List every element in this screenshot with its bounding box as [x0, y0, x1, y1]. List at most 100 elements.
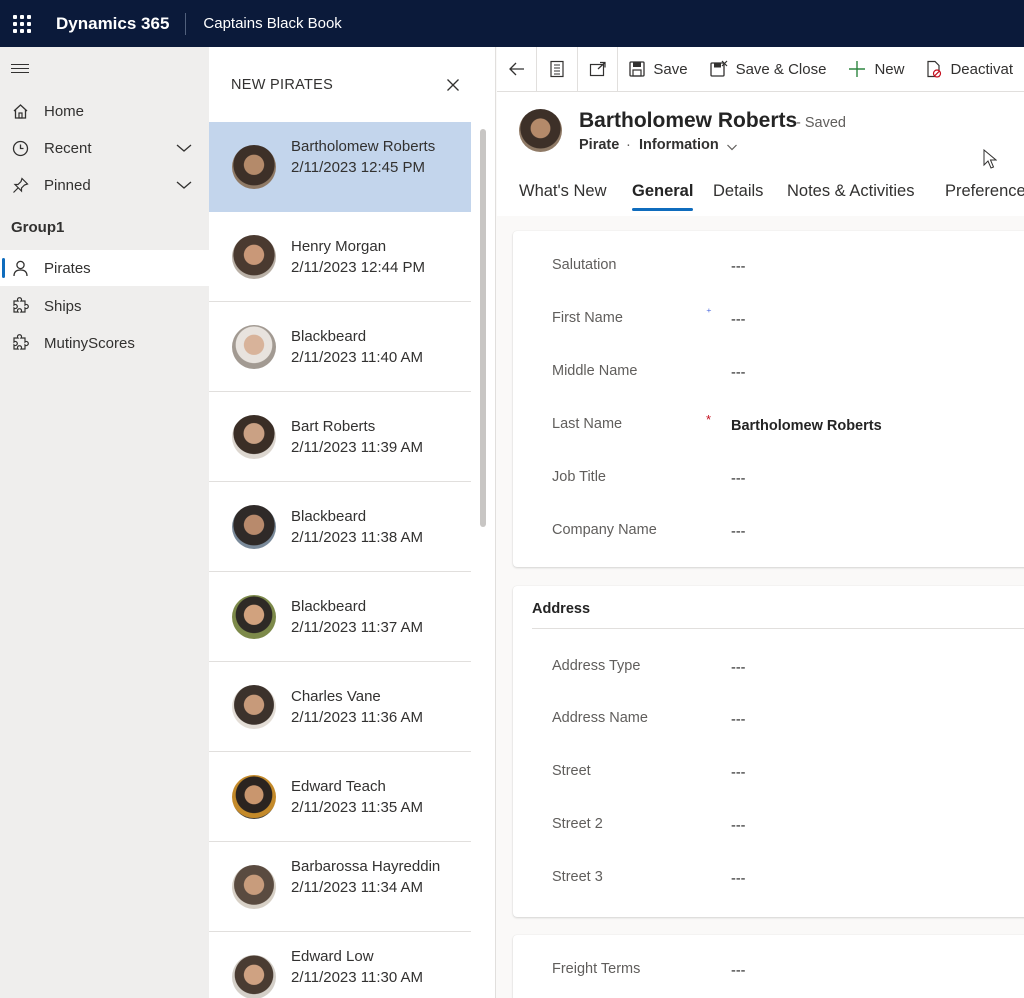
chevron-down-icon[interactable]	[175, 176, 193, 198]
field-freight-terms[interactable]: Freight Terms ---	[552, 961, 1024, 991]
nav-group-label: Group1	[11, 219, 65, 236]
deactivate-icon	[927, 60, 942, 78]
required-indicator: *	[706, 412, 712, 427]
section-title: Address	[532, 601, 591, 617]
avatar	[232, 415, 276, 459]
avatar	[232, 325, 276, 369]
list-item[interactable]: Barbarossa Hayreddin 2/11/2023 11:34 AM	[209, 842, 471, 932]
tab-general[interactable]: General	[632, 178, 694, 216]
chevron-down-icon[interactable]	[726, 140, 738, 158]
nav-item-home[interactable]: Home	[0, 93, 209, 129]
save-status: - Saved	[796, 115, 846, 131]
general-section: Salutation --- First Name ⁺ --- Middle N…	[513, 231, 1024, 567]
field-job-title[interactable]: Job Title ---	[552, 469, 1024, 499]
address-section: Address Address Type --- Address Name --…	[513, 586, 1024, 917]
recommended-indicator: ⁺	[706, 307, 712, 319]
field-street[interactable]: Street ---	[552, 763, 1024, 793]
record-title: Bartholomew Roberts	[579, 109, 798, 132]
nav-item-pirates[interactable]: Pirates	[0, 250, 209, 286]
open-in-window-icon	[589, 61, 606, 77]
nav-item-pinned[interactable]: Pinned	[0, 167, 209, 203]
save-and-close-button[interactable]: Save & Close	[699, 47, 838, 92]
avatar	[232, 595, 276, 639]
list-item[interactable]: Charles Vane 2/11/2023 11:36 AM	[209, 662, 471, 752]
list-item-date: 2/11/2023 12:44 PM	[291, 258, 425, 276]
field-middle-name[interactable]: Middle Name ---	[552, 363, 1024, 393]
shipping-section: Freight Terms ---	[513, 935, 1024, 998]
list-item-date: 2/11/2023 11:35 AM	[291, 798, 424, 816]
list-item[interactable]: Edward Low 2/11/2023 11:30 AM	[209, 932, 471, 998]
list-item-name: Bart Roberts	[291, 418, 376, 435]
list-item[interactable]: Blackbeard 2/11/2023 11:37 AM	[209, 572, 471, 662]
list-item[interactable]: Bart Roberts 2/11/2023 11:39 AM	[209, 392, 471, 482]
back-button[interactable]	[497, 47, 538, 92]
list-item[interactable]: Henry Morgan 2/11/2023 12:44 PM	[209, 212, 471, 302]
puzzle-icon	[11, 297, 29, 315]
list-item-date: 2/11/2023 12:45 PM	[291, 158, 425, 176]
nav-item-recent[interactable]: Recent	[0, 130, 209, 166]
new-button[interactable]: New	[837, 47, 915, 92]
open-new-window-button[interactable]	[578, 47, 619, 92]
field-company-name[interactable]: Company Name ---	[552, 522, 1024, 552]
field-street-2[interactable]: Street 2 ---	[552, 816, 1024, 846]
nav-item-mutinyscores[interactable]: MutinyScores	[0, 325, 209, 361]
list-item-name: Bartholomew Roberts	[291, 138, 436, 155]
plus-icon	[849, 61, 866, 77]
field-street-3[interactable]: Street 3 ---	[552, 869, 1024, 899]
tab-preference[interactable]: Preference	[945, 178, 1024, 216]
list-item-name: Charles Vane	[291, 688, 381, 705]
list-title: NEW PIRATES	[231, 77, 334, 93]
avatar	[232, 505, 276, 549]
chevron-down-icon[interactable]	[175, 139, 193, 161]
save-close-label: Save & Close	[735, 60, 827, 78]
save-button[interactable]: Save	[618, 47, 698, 92]
deactivate-label: Deactivat	[950, 60, 1013, 78]
new-label: New	[874, 60, 905, 78]
list-item-name: Henry Morgan	[291, 238, 387, 255]
tab-details[interactable]: Details	[713, 178, 763, 216]
avatar	[232, 955, 276, 998]
puzzle-icon	[11, 334, 29, 352]
nav-item-ships[interactable]: Ships	[0, 288, 209, 324]
brand-title[interactable]: Dynamics 365	[44, 12, 187, 35]
list-item[interactable]: Blackbeard 2/11/2023 11:38 AM	[209, 482, 471, 572]
field-salutation[interactable]: Salutation ---	[552, 257, 1024, 287]
list-item-date: 2/11/2023 11:39 AM	[291, 438, 424, 456]
list-item[interactable]: Bartholomew Roberts 2/11/2023 12:45 PM	[209, 122, 471, 212]
field-last-name[interactable]: Last Name * Bartholomew Roberts	[552, 412, 1024, 446]
list-item-date: 2/11/2023 11:38 AM	[291, 528, 424, 546]
save-icon	[629, 61, 646, 77]
app-name[interactable]: Captains Black Book	[186, 15, 341, 32]
list-item-text: Henry Morgan 2/11/2023 12:44 PM	[291, 237, 461, 278]
list-item-name: Blackbeard	[291, 328, 367, 345]
nav-item-label: Ships	[44, 297, 82, 315]
record-list-pane: NEW PIRATES Bartholomew Roberts 2/11/202…	[209, 47, 496, 998]
avatar	[232, 775, 276, 819]
list-item[interactable]: Blackbeard 2/11/2023 11:40 AM	[209, 302, 471, 392]
deactivate-button[interactable]: Deactivat	[915, 47, 1024, 92]
waffle-icon	[13, 14, 31, 33]
field-address-name[interactable]: Address Name ---	[552, 710, 1024, 740]
close-icon[interactable]	[446, 78, 460, 92]
person-icon	[11, 259, 29, 277]
list-item-date: 2/11/2023 11:36 AM	[291, 708, 424, 726]
hamburger-icon[interactable]	[11, 64, 29, 76]
form-view-button[interactable]	[537, 47, 578, 92]
list-item[interactable]: Edward Teach 2/11/2023 11:35 AM	[209, 752, 471, 842]
avatar	[519, 109, 562, 152]
list-item-name: Barbarossa Hayreddin	[291, 858, 441, 875]
field-first-name[interactable]: First Name ⁺ ---	[552, 307, 1024, 340]
avatar	[232, 235, 276, 279]
form-selector[interactable]: Information	[639, 137, 719, 153]
section-divider	[532, 628, 1024, 629]
avatar	[232, 145, 276, 189]
save-close-icon	[709, 60, 727, 77]
field-address-type[interactable]: Address Type ---	[552, 658, 1024, 688]
tab-whats-new[interactable]: What's New	[519, 178, 607, 216]
list-item-text: Barbarossa Hayreddin 2/11/2023 11:34 AM	[291, 857, 461, 898]
app-launcher-button[interactable]	[0, 0, 44, 47]
list-item-text: Charles Vane 2/11/2023 11:36 AM	[291, 687, 461, 728]
list-scrollbar[interactable]	[480, 129, 486, 527]
tab-notes-activities[interactable]: Notes & Activities	[787, 178, 914, 216]
list-item-name: Edward Teach	[291, 778, 386, 795]
